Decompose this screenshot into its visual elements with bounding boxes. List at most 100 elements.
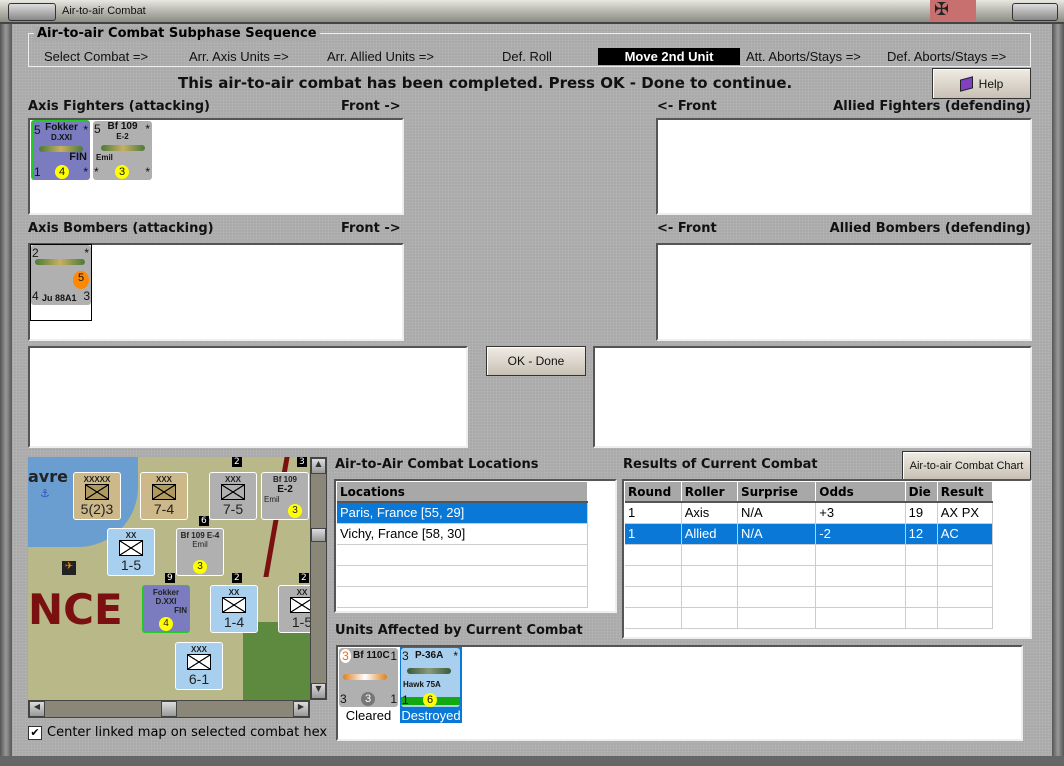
col-round[interactable]: Round xyxy=(625,482,682,503)
scroll-right-icon[interactable]: ▶ xyxy=(293,701,309,717)
unit-counter-ju88[interactable]: 2 * 5 4 Ju 88A1 3 xyxy=(31,245,91,305)
map-unit[interactable]: XX 1-5 xyxy=(278,585,310,633)
unit-value: 7-4 xyxy=(153,501,175,517)
scroll-down-icon[interactable]: ▼ xyxy=(311,683,326,699)
unit-model: E-2 xyxy=(277,484,293,495)
result-row[interactable] xyxy=(625,607,994,629)
result-row[interactable] xyxy=(625,586,994,608)
aircraft-icon xyxy=(343,674,387,680)
map-vertical-scrollbar[interactable]: ▲ ▼ xyxy=(310,457,327,700)
ok-done-button[interactable]: OK - Done xyxy=(486,346,586,376)
affected-unit-bf110[interactable]: 3 Bf 110C 1 3 3 1 xyxy=(339,648,398,707)
locations-title: Air-to-Air Combat Locations xyxy=(335,457,539,472)
location-row[interactable]: Paris, France [55, 29] xyxy=(337,502,588,524)
unit-model: D.XXI xyxy=(155,597,177,606)
affected-unit-p36a[interactable]: 3 P-36A * Hawk 75A 1 6 xyxy=(401,648,460,707)
map-air-unit[interactable]: Bf 109 E-4 Emil 3 xyxy=(176,528,224,576)
result-cell xyxy=(737,544,817,566)
unit-value: 5(2)3 xyxy=(80,501,114,517)
location-row[interactable] xyxy=(337,586,588,608)
result-cell: -2 xyxy=(815,523,906,545)
top-right-value: 1 xyxy=(390,649,397,663)
window-controls-button[interactable] xyxy=(1012,3,1058,21)
affected-title: Units Affected by Current Combat xyxy=(335,623,583,638)
step-att-aborts: Att. Aborts/Stays => xyxy=(746,49,861,64)
result-cell xyxy=(937,607,994,629)
result-cell xyxy=(625,544,682,566)
map-air-unit-selected[interactable]: Fokker D.XXI FIN 4 xyxy=(142,585,190,633)
status-message: This air-to-air combat has been complete… xyxy=(178,74,793,92)
help-button[interactable]: Help xyxy=(932,68,1031,99)
allied-fighters-box[interactable] xyxy=(656,118,1032,215)
map-horizontal-scrollbar[interactable]: ◀ ▶ xyxy=(28,700,310,718)
star: * xyxy=(83,123,88,137)
results-table-box: Round Roller Surprise Odds Die Result 1A… xyxy=(622,479,1032,639)
map-unit[interactable]: XXX 6-1 xyxy=(175,642,223,690)
map-unit[interactable]: XX 1-4 xyxy=(210,585,258,633)
frame-right xyxy=(1052,24,1064,766)
result-cell xyxy=(625,565,682,587)
map-unit[interactable]: XXX 7-5 xyxy=(209,472,257,520)
scroll-up-icon[interactable]: ▲ xyxy=(311,458,326,474)
result-row[interactable] xyxy=(625,565,994,587)
unit-size: XXX xyxy=(155,475,172,484)
map-unit[interactable]: XXX 7-4 xyxy=(140,472,188,520)
center-map-checkbox[interactable]: ✔ xyxy=(28,726,42,740)
forest-hex xyxy=(243,622,310,700)
location-cell: Paris, France [55, 29] xyxy=(337,502,588,524)
city-label: avre xyxy=(28,467,68,486)
unit-subname: Emil xyxy=(192,540,208,549)
system-menu-button[interactable] xyxy=(8,3,56,21)
status-destroyed: Destroyed xyxy=(401,708,461,723)
scroll-left-icon[interactable]: ◀ xyxy=(29,701,45,717)
map-unit[interactable]: XX 1-5 xyxy=(107,528,155,576)
col-surprise[interactable]: Surprise xyxy=(737,482,817,503)
stack-count: 9 xyxy=(165,573,175,583)
unit-value: 1-5 xyxy=(120,557,142,573)
unit-counter-fokker[interactable]: 5 Fokker D.XXI * FIN 1 4 * xyxy=(31,120,90,180)
locations-header[interactable]: Locations xyxy=(337,482,588,503)
result-row[interactable] xyxy=(625,544,994,566)
unit-counter-bf109[interactable]: 5 Bf 109 E-2 * Emil * 3 * xyxy=(93,121,152,180)
col-die[interactable]: Die xyxy=(905,482,938,503)
result-cell: +3 xyxy=(815,502,906,524)
result-cell xyxy=(905,565,938,587)
scroll-thumb[interactable] xyxy=(311,528,326,542)
attack-value: 3 xyxy=(402,649,409,663)
map-air-unit[interactable]: Bf 109 E-2 Emil 3 xyxy=(261,472,309,520)
results-table: Round Roller Surprise Odds Die Result 1A… xyxy=(625,482,994,629)
unit-name: Ju 88A1 xyxy=(42,293,77,303)
col-odds[interactable]: Odds xyxy=(815,482,906,503)
col-roller[interactable]: Roller xyxy=(681,482,738,503)
port-anchor-icon: ⚓ xyxy=(40,487,50,500)
map-unit[interactable]: XXXXX 5(2)3 xyxy=(73,472,121,520)
result-cell: 12 xyxy=(905,523,938,545)
result-cell xyxy=(681,544,738,566)
help-book-icon xyxy=(959,75,973,92)
unit-name: Bf 110C xyxy=(353,650,390,661)
step-move-2nd-unit-active: Move 2nd Unit xyxy=(598,48,740,65)
result-cell xyxy=(625,607,682,629)
result-cell xyxy=(937,565,994,587)
front-right-label-2: Front -> xyxy=(341,221,401,236)
star: * xyxy=(84,246,89,260)
result-cell xyxy=(937,586,994,608)
defense-value: * xyxy=(94,165,99,179)
stack-count: 2 xyxy=(232,457,242,467)
result-row[interactable]: 1 Allied N/A -2 12 AC xyxy=(625,523,994,545)
mini-map[interactable]: avre ⚓ NCE ✈ XXXXX 5(2)3 XXX 7-4 XXX 7-5 XX… xyxy=(28,457,310,700)
allied-bombers-box[interactable] xyxy=(656,243,1032,341)
step-arr-allied: Arr. Allied Units => xyxy=(327,49,434,64)
location-row[interactable] xyxy=(337,544,588,566)
combat-chart-button[interactable]: Air-to-air Combat Chart xyxy=(902,451,1031,480)
col-result[interactable]: Result xyxy=(937,482,994,503)
result-cell xyxy=(737,586,817,608)
result-row[interactable]: 1 Axis N/A +3 19 AX PX xyxy=(625,502,994,524)
locations-list[interactable]: Locations Paris, France [55, 29] Vichy, … xyxy=(334,479,617,613)
scroll-thumb[interactable] xyxy=(161,701,177,717)
step-select-combat: Select Combat => xyxy=(44,49,149,64)
unit-size: XX xyxy=(228,588,240,597)
stack-count: 3 xyxy=(297,457,307,467)
location-row[interactable]: Vichy, France [58, 30] xyxy=(337,523,588,545)
location-row[interactable] xyxy=(337,565,588,587)
